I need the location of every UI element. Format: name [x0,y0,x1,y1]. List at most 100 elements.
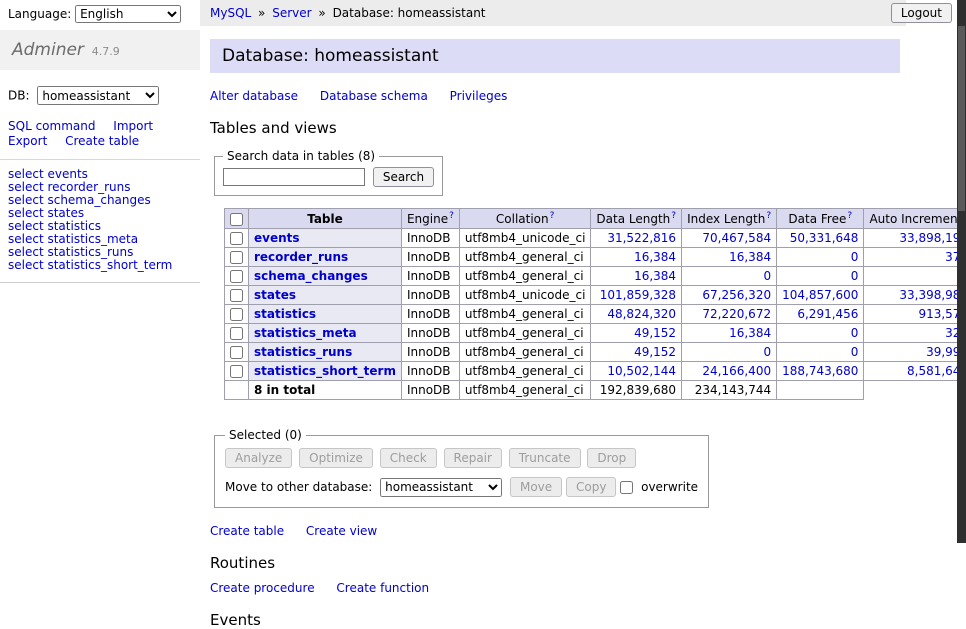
data-length-link[interactable]: 16,384 [634,269,676,283]
database-schema-link[interactable]: Database schema [320,89,428,103]
data-free-link[interactable]: 50,331,648 [790,231,859,245]
breadcrumb-mysql-link[interactable]: MySQL [210,6,251,20]
db-select[interactable]: homeassistant [37,86,159,105]
logout-button[interactable]: Logout [891,3,952,23]
row-checkbox[interactable] [230,289,243,302]
table-name-link[interactable]: events [254,231,300,245]
index-length-link[interactable]: 67,256,320 [702,288,771,302]
column-header-data-length: Data Length? [591,209,682,229]
row-checkbox[interactable] [230,270,243,283]
table-name-link[interactable]: statistics [254,307,316,321]
drop-button[interactable]: Drop [587,448,636,468]
index-length-link[interactable]: 24,166,400 [702,364,771,378]
table-name-link[interactable]: schema_changes [254,269,368,283]
sidebar: Adminer 4.7.9 DB: homeassistant SQL comm… [0,26,200,543]
sidebar-item-select-statistics-runs[interactable]: select statistics_runs [8,245,133,259]
index-length-link[interactable]: 16,384 [729,326,771,340]
create-view-link[interactable]: Create view [306,524,377,538]
data-length-link[interactable]: 10,502,144 [607,364,676,378]
data-free-link[interactable]: 0 [851,269,859,283]
data-free-link[interactable]: 188,743,680 [782,364,858,378]
create-procedure-link[interactable]: Create procedure [210,581,315,595]
sidebar-item-select-states[interactable]: select states [8,206,84,220]
column-header-label: Auto Increment [869,212,962,226]
data-length-link[interactable]: 16,384 [634,250,676,264]
sidebar-item-select-statistics-meta[interactable]: select statistics_meta [8,232,138,246]
data-free-link[interactable]: 0 [851,345,859,359]
row-checkbox[interactable] [230,232,243,245]
truncate-button[interactable]: Truncate [509,448,581,468]
overwrite-label[interactable]: overwrite [641,480,698,494]
scrollbar-thumb[interactable] [958,26,965,211]
auto-increment-link[interactable]: 33,398,984 [899,288,966,302]
row-checkbox[interactable] [230,327,243,340]
language-select[interactable]: English [75,5,181,23]
sidebar-item-select-statistics[interactable]: select statistics [8,219,101,233]
data-length-link[interactable]: 49,152 [634,326,676,340]
check-button[interactable]: Check [380,448,437,468]
top-bar: Language: English MySQL » Server » Datab… [0,0,966,26]
help-link-icon[interactable]: ? [550,211,555,221]
footer-engine-cell: InnoDB [401,381,459,400]
data-length-link[interactable]: 49,152 [634,345,676,359]
search-input[interactable] [223,168,365,186]
data-free-link[interactable]: 6,291,456 [797,307,858,321]
row-checkbox[interactable] [230,365,243,378]
data-length-link[interactable]: 101,859,328 [600,288,676,302]
export-link[interactable]: Export [8,134,47,148]
data-free-link[interactable]: 0 [851,326,859,340]
index-length-link[interactable]: 16,384 [729,250,771,264]
sidebar-links: SQL command Import Export Create table [0,111,200,160]
index-length-link[interactable]: 0 [763,269,771,283]
row-checkbox[interactable] [230,308,243,321]
analyze-button[interactable]: Analyze [225,448,292,468]
index-length-link[interactable]: 0 [763,345,771,359]
data-length-link[interactable]: 31,522,816 [607,231,676,245]
auto-increment-link[interactable]: 33,898,196 [899,231,966,245]
table-name-link[interactable]: statistics_runs [254,345,352,359]
tables-overview-table: Table Engine? Collation? Data Length? In… [224,208,966,400]
table-name-link[interactable]: recorder_runs [254,250,348,264]
import-link[interactable]: Import [113,119,153,133]
overwrite-checkbox[interactable] [620,481,633,494]
row-checkbox[interactable] [230,346,243,359]
help-link-icon[interactable]: ? [847,211,852,221]
help-link-icon[interactable]: ? [671,211,676,221]
column-header-data-free: Data Free? [777,209,864,229]
create-function-link[interactable]: Create function [336,581,429,595]
data-length-link[interactable]: 48,824,320 [607,307,676,321]
copy-button[interactable]: Copy [566,477,616,497]
row-checkbox[interactable] [230,251,243,264]
sidebar-item-select-recorder-runs[interactable]: select recorder_runs [8,180,131,194]
sidebar-item-select-events[interactable]: select events [8,167,88,181]
events-heading: Events [210,611,957,629]
help-link-icon[interactable]: ? [766,211,771,221]
engine-cell: InnoDB [401,229,459,248]
optimize-button[interactable]: Optimize [299,448,373,468]
move-button[interactable]: Move [510,477,562,497]
data-free-link[interactable]: 0 [851,250,859,264]
create-table-link[interactable]: Create table [65,134,139,148]
collation-cell: utf8mb4_unicode_ci [459,286,591,305]
data-free-link[interactable]: 104,857,600 [782,288,858,302]
table-name-link[interactable]: statistics_meta [254,326,357,340]
breadcrumb-server-link[interactable]: Server [272,6,311,20]
column-header-label: Data Free [788,212,846,226]
table-name-link[interactable]: states [254,288,296,302]
search-button[interactable]: Search [373,167,434,187]
select-all-checkbox[interactable] [230,213,243,226]
repair-button[interactable]: Repair [444,448,502,468]
help-link-icon[interactable]: ? [449,211,454,221]
vertical-scrollbar[interactable] [957,0,966,543]
index-length-link[interactable]: 70,467,584 [702,231,771,245]
footer-collation-cell: utf8mb4_general_ci [459,381,591,400]
sql-command-link[interactable]: SQL command [8,119,95,133]
sidebar-item-select-statistics-short-term[interactable]: select statistics_short_term [8,258,172,272]
sidebar-item-select-schema-changes[interactable]: select schema_changes [8,193,151,207]
table-name-link[interactable]: statistics_short_term [254,364,396,378]
alter-database-link[interactable]: Alter database [210,89,298,103]
move-database-select[interactable]: homeassistant [380,478,502,497]
create-table-link-main[interactable]: Create table [210,524,284,538]
index-length-link[interactable]: 72,220,672 [702,307,771,321]
privileges-link[interactable]: Privileges [450,89,508,103]
